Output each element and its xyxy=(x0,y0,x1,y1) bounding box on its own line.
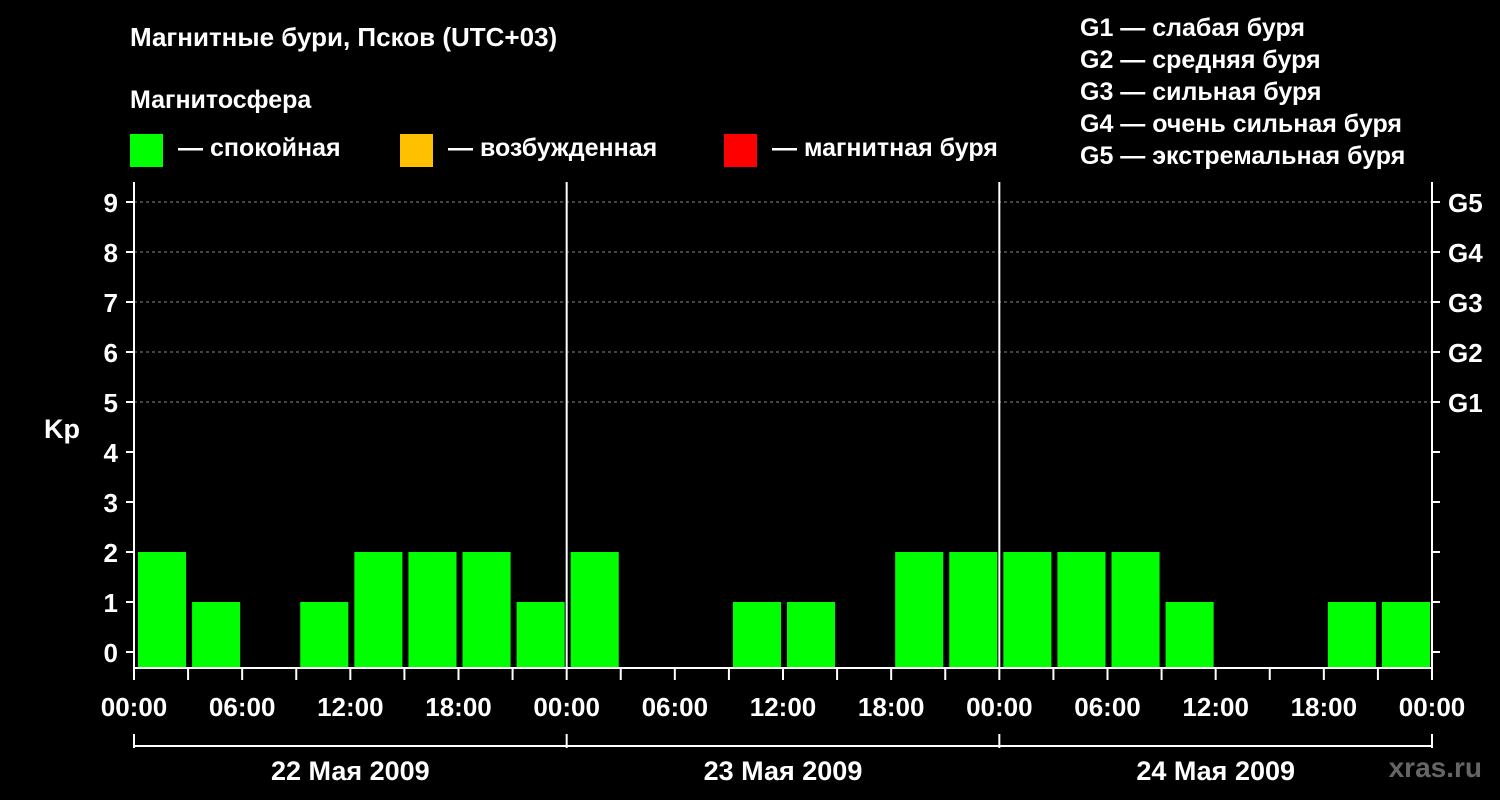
kp-bar xyxy=(570,552,619,668)
kp-bar xyxy=(1111,552,1160,668)
x-tick-label: 18:00 xyxy=(1291,692,1358,722)
watermark: xras.ru xyxy=(1388,752,1482,783)
kp-bar xyxy=(895,552,944,668)
y-tick-label: 3 xyxy=(104,488,118,518)
kp-bar xyxy=(787,602,836,668)
kp-bar xyxy=(192,602,241,668)
y-tick-label: 5 xyxy=(104,388,118,418)
day-label: 23 Мая 2009 xyxy=(704,756,863,786)
x-tick-label: 00:00 xyxy=(966,692,1033,722)
x-tick-label: 12:00 xyxy=(317,692,384,722)
kp-bar xyxy=(1327,602,1376,668)
kp-bar xyxy=(1381,602,1430,668)
kp-bar xyxy=(408,552,457,668)
y-axis-label: Kp xyxy=(44,414,80,444)
kp-bar xyxy=(300,602,349,668)
g-level-label: G5 xyxy=(1448,188,1483,218)
x-tick-label: 06:00 xyxy=(209,692,276,722)
y-tick-label: 7 xyxy=(104,288,118,318)
g-level-label: G3 xyxy=(1448,288,1483,318)
y-tick-label: 6 xyxy=(104,338,118,368)
y-tick-label: 9 xyxy=(104,188,118,218)
kp-bar xyxy=(138,552,187,668)
kp-bar xyxy=(354,552,403,668)
kp-bar xyxy=(462,552,511,668)
kp-bar xyxy=(1165,602,1214,668)
kp-bar xyxy=(516,602,565,668)
g-level-label: G4 xyxy=(1448,238,1483,268)
x-tick-label: 18:00 xyxy=(425,692,492,722)
x-tick-label: 00:00 xyxy=(533,692,600,722)
kp-bar xyxy=(1057,552,1106,668)
x-tick-label: 06:00 xyxy=(1074,692,1141,722)
x-tick-label: 00:00 xyxy=(101,692,168,722)
y-tick-label: 0 xyxy=(104,638,118,668)
kp-bar xyxy=(1003,552,1052,668)
y-tick-label: 4 xyxy=(104,438,119,468)
x-tick-label: 00:00 xyxy=(1399,692,1466,722)
day-label: 22 Мая 2009 xyxy=(271,756,430,786)
x-tick-label: 12:00 xyxy=(750,692,817,722)
g-level-label: G1 xyxy=(1448,388,1483,418)
kp-bar xyxy=(732,602,781,668)
y-tick-label: 8 xyxy=(104,238,118,268)
kp-bar-chart: 0 1 2 3 4 5 6 7 8 9 G1 G2 G3 G4 G5 Kp 00:00 06:00 12:00 18:… xyxy=(44,182,1483,786)
kp-bar xyxy=(949,552,998,668)
g-level-label: G2 xyxy=(1448,338,1483,368)
y-tick-label: 1 xyxy=(104,588,118,618)
x-tick-label: 18:00 xyxy=(858,692,925,722)
y-tick-label: 2 xyxy=(104,538,118,568)
x-tick-label: 06:00 xyxy=(642,692,709,722)
x-tick-label: 12:00 xyxy=(1182,692,1249,722)
day-label: 24 Мая 2009 xyxy=(1136,756,1295,786)
